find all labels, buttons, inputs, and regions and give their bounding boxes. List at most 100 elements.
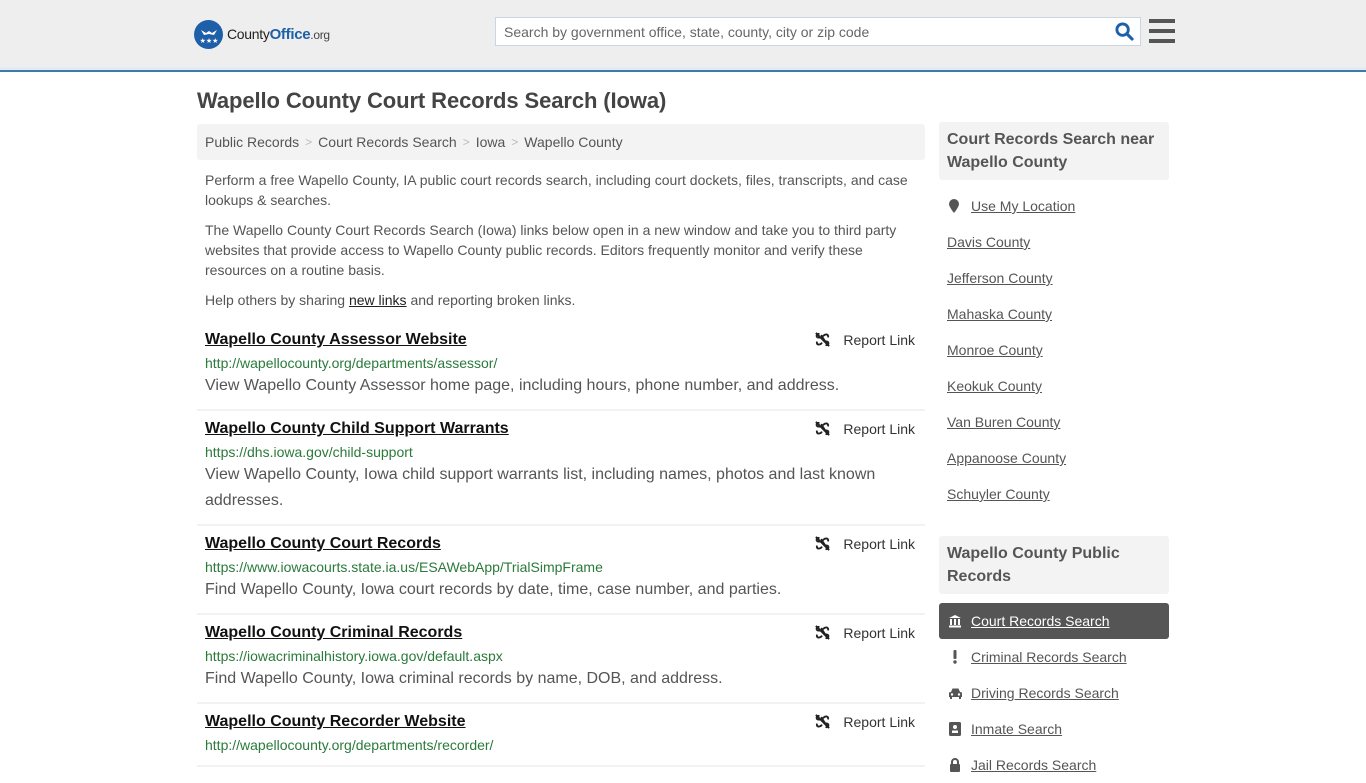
logo-brand: Office	[269, 26, 311, 43]
new-links-link[interactable]: new links	[349, 292, 407, 308]
intro-p3-after: and reporting broken links.	[406, 292, 576, 308]
intro-p3-before: Help others by sharing	[205, 292, 349, 308]
intro-paragraph-2: The Wapello County Court Records Search …	[205, 222, 897, 278]
search-input[interactable]	[496, 18, 1108, 45]
resource-link-url: http://wapellocounty.org/departments/rec…	[205, 737, 494, 753]
nearby-county-link[interactable]: Monroe County	[947, 342, 1043, 358]
car-icon	[947, 687, 963, 699]
breadcrumb-wapello-county[interactable]: Wapello County	[524, 134, 622, 150]
nav-link-label[interactable]: Court Records Search	[971, 613, 1110, 629]
hamburger-menu-icon-bar	[1149, 19, 1175, 23]
search-button[interactable]	[1108, 18, 1140, 45]
resource-link-title[interactable]: Wapello County Assessor Website	[205, 330, 467, 350]
resource-link-description: Find Wapello County, Iowa criminal recor…	[205, 670, 723, 687]
resource-link-title[interactable]: Wapello County Recorder Website	[205, 712, 465, 732]
report-link-label: Report Link	[843, 535, 915, 552]
public-records-nav: Court Records Search Criminal Records Se…	[939, 603, 1169, 783]
nearby-county-link[interactable]: Mahaska County	[947, 306, 1052, 322]
breadcrumb-separator: >	[305, 135, 313, 149]
nearby-county-link[interactable]: Jefferson County	[947, 270, 1053, 286]
nav-link-label[interactable]: Inmate Search	[971, 721, 1062, 737]
sidebar-public-records-heading: Wapello County Public Records	[939, 536, 1169, 594]
logo-name: County	[227, 26, 270, 42]
report-link-button[interactable]: Report Link	[814, 331, 915, 348]
nearby-counties-list: Use My Location Davis County Jefferson C…	[939, 188, 1169, 512]
logo-wordmark: CountyOffice.org	[227, 26, 330, 43]
courthouse-icon	[947, 614, 963, 628]
resource-link-item: Wapello County Court Records https://www…	[197, 526, 925, 615]
resource-link-item: Wapello County Criminal Records https://…	[197, 615, 925, 704]
report-link-button[interactable]: Report Link	[814, 535, 915, 552]
nearby-county-item: Van Buren County	[947, 404, 1169, 440]
report-link-label: Report Link	[843, 420, 915, 437]
use-my-location-link[interactable]: Use My Location	[971, 198, 1075, 214]
resource-link-description: View Wapello County, Iowa child support …	[205, 466, 876, 509]
nav-item-inmate-search[interactable]: Inmate Search	[939, 711, 1169, 747]
resource-link-item: Wapello County Recorder Website http://w…	[197, 704, 925, 767]
nearby-county-item: Appanoose County	[947, 440, 1169, 476]
exclamation-icon	[947, 650, 963, 664]
resource-link-url: https://dhs.iowa.gov/child-support	[205, 444, 413, 460]
nearby-county-item: Monroe County	[947, 332, 1169, 368]
intro-text: Perform a free Wapello County, IA public…	[205, 170, 917, 320]
search-bar	[495, 17, 1141, 46]
resource-link-url: https://www.iowacourts.state.ia.us/ESAWe…	[205, 559, 603, 575]
broken-link-icon	[815, 625, 831, 640]
broken-link-icon	[815, 332, 831, 347]
nav-item-jail-records-search[interactable]: Jail Records Search	[939, 747, 1169, 783]
nearby-county-link[interactable]: Davis County	[947, 234, 1030, 250]
resource-link-url: https://iowacriminalhistory.iowa.gov/def…	[205, 648, 503, 664]
nearby-county-item: Keokuk County	[947, 368, 1169, 404]
nav-item-court-records-search[interactable]: Court Records Search	[939, 603, 1169, 639]
intro-paragraph-3: Help others by sharing new links and rep…	[205, 290, 917, 310]
breadcrumb-separator: >	[511, 135, 519, 149]
nearby-county-link[interactable]: Van Buren County	[947, 414, 1060, 430]
broken-link-icon	[815, 536, 831, 551]
lock-icon	[947, 758, 963, 772]
sidebar-nearby: Court Records Search near Wapello County…	[939, 122, 1169, 512]
breadcrumb-public-records[interactable]: Public Records	[205, 134, 299, 150]
resource-links-list: Wapello County Assessor Website http://w…	[197, 322, 925, 767]
nav-item-driving-records-search[interactable]: Driving Records Search	[939, 675, 1169, 711]
breadcrumb: Public Records > Court Records Search > …	[197, 124, 925, 160]
intro-paragraph-1: Perform a free Wapello County, IA public…	[205, 172, 908, 208]
report-link-button[interactable]: Report Link	[814, 420, 915, 437]
nearby-county-item: Jefferson County	[947, 260, 1169, 296]
nav-item-criminal-records-search[interactable]: Criminal Records Search	[939, 639, 1169, 675]
broken-link-icon	[815, 714, 831, 729]
report-link-label: Report Link	[843, 713, 915, 730]
logo-link[interactable]: ★★★ CountyOffice.org	[194, 20, 330, 49]
broken-link-icon	[815, 421, 831, 436]
nearby-county-item: Schuyler County	[947, 476, 1169, 512]
hamburger-menu-icon-bar	[1149, 39, 1175, 43]
nav-link-label[interactable]: Criminal Records Search	[971, 649, 1127, 665]
hamburger-menu-icon-bar	[1149, 29, 1175, 33]
eagle-stars-logo-icon: ★★★	[194, 20, 223, 49]
resource-link-item: Wapello County Assessor Website http://w…	[197, 322, 925, 411]
nav-link-label[interactable]: Driving Records Search	[971, 685, 1119, 701]
report-link-label: Report Link	[843, 624, 915, 641]
nearby-county-item: Mahaska County	[947, 296, 1169, 332]
resource-link-title[interactable]: Wapello County Criminal Records	[205, 623, 462, 643]
resource-link-title[interactable]: Wapello County Child Support Warrants	[205, 419, 509, 439]
resource-link-url: http://wapellocounty.org/departments/ass…	[205, 355, 498, 371]
sidebar-nearby-heading: Court Records Search near Wapello County	[939, 122, 1169, 180]
hamburger-menu-button[interactable]	[1149, 19, 1175, 43]
nearby-county-link[interactable]: Keokuk County	[947, 378, 1042, 394]
nav-link-label[interactable]: Jail Records Search	[971, 757, 1096, 773]
breadcrumb-iowa[interactable]: Iowa	[476, 134, 506, 150]
resource-link-title[interactable]: Wapello County Court Records	[205, 534, 441, 554]
id-badge-icon	[947, 722, 963, 736]
report-link-button[interactable]: Report Link	[814, 713, 915, 730]
use-my-location-item: Use My Location	[947, 188, 1169, 224]
nearby-county-link[interactable]: Schuyler County	[947, 486, 1050, 502]
report-link-button[interactable]: Report Link	[814, 624, 915, 641]
sidebar-public-records: Wapello County Public Records Court Reco…	[939, 536, 1169, 783]
breadcrumb-court-records-search[interactable]: Court Records Search	[318, 134, 457, 150]
search-icon	[1114, 22, 1134, 41]
nearby-county-link[interactable]: Appanoose County	[947, 450, 1066, 466]
nearby-county-item: Davis County	[947, 224, 1169, 260]
header-divider	[0, 67, 1366, 70]
breadcrumb-separator: >	[462, 135, 470, 149]
report-link-label: Report Link	[843, 331, 915, 348]
